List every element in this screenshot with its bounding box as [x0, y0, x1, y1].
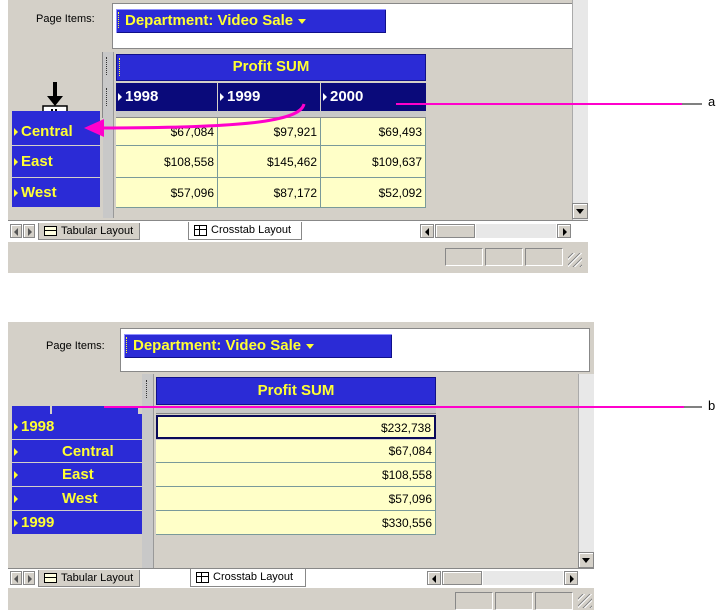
triangle-down-icon — [582, 558, 590, 563]
tab-label: Crosstab Layout — [213, 571, 294, 583]
data-cell[interactable]: $330,556 — [156, 511, 436, 535]
scroll-down-button[interactable] — [578, 552, 594, 568]
triangle-left-icon — [14, 575, 18, 583]
page-item-label: Department: Video Sale — [133, 337, 302, 354]
callout-line-b — [104, 406, 702, 408]
status-pane — [495, 592, 533, 610]
row-header-central[interactable]: Central — [12, 440, 142, 463]
row-label: Central — [62, 443, 114, 460]
page-item-department[interactable]: Department: Video Sale — [124, 334, 392, 358]
tab-label: Tabular Layout — [61, 572, 134, 584]
triangle-right-icon — [570, 575, 574, 583]
horizontal-scroll-right-button[interactable] — [564, 571, 578, 585]
row-label: West — [62, 490, 98, 507]
row-label: East — [62, 466, 94, 483]
horizontal-scroll-thumb[interactable] — [442, 571, 482, 585]
status-pane — [535, 592, 573, 610]
row-label: 1999 — [21, 514, 55, 531]
horizontal-scroll-track[interactable] — [483, 571, 563, 585]
triangle-right-icon — [14, 471, 18, 480]
tab-scroll-right-button[interactable] — [23, 571, 35, 585]
drag-handle[interactable] — [126, 337, 130, 353]
triangle-right-icon — [14, 519, 18, 528]
triangle-right-icon — [14, 495, 18, 504]
tab-tabular-layout[interactable]: Tabular Layout — [38, 570, 141, 587]
row-header-east[interactable]: East — [12, 463, 142, 487]
data-cell[interactable]: $108,558 — [156, 463, 436, 487]
triangle-right-icon — [28, 575, 32, 583]
resize-grip-icon[interactable] — [578, 594, 592, 608]
data-cell[interactable]: $67,084 — [156, 440, 436, 463]
callout-label-b: b — [708, 398, 716, 413]
triangle-right-icon — [14, 448, 18, 457]
crosstab-icon — [196, 572, 209, 583]
horizontal-scroll-left-button[interactable] — [427, 571, 441, 585]
page-items-label: Page Items: — [46, 340, 105, 352]
status-pane — [455, 592, 493, 610]
drag-arrow — [84, 103, 702, 137]
triangle-left-icon — [432, 575, 436, 583]
data-cell[interactable]: $57,096 — [156, 487, 436, 511]
crosstab-window-b: Page Items: Department: Video Sale Profi… — [8, 322, 594, 610]
table-icon — [44, 573, 57, 583]
tab-crosstab-layout[interactable]: Crosstab Layout — [190, 569, 307, 587]
tab-scroll-left-button[interactable] — [10, 571, 22, 585]
callout-label-a: a — [708, 94, 716, 109]
row-header-west[interactable]: West — [12, 487, 142, 511]
chevron-down-icon[interactable] — [306, 343, 315, 349]
row-header-year-1999[interactable]: 1999 — [12, 511, 142, 535]
